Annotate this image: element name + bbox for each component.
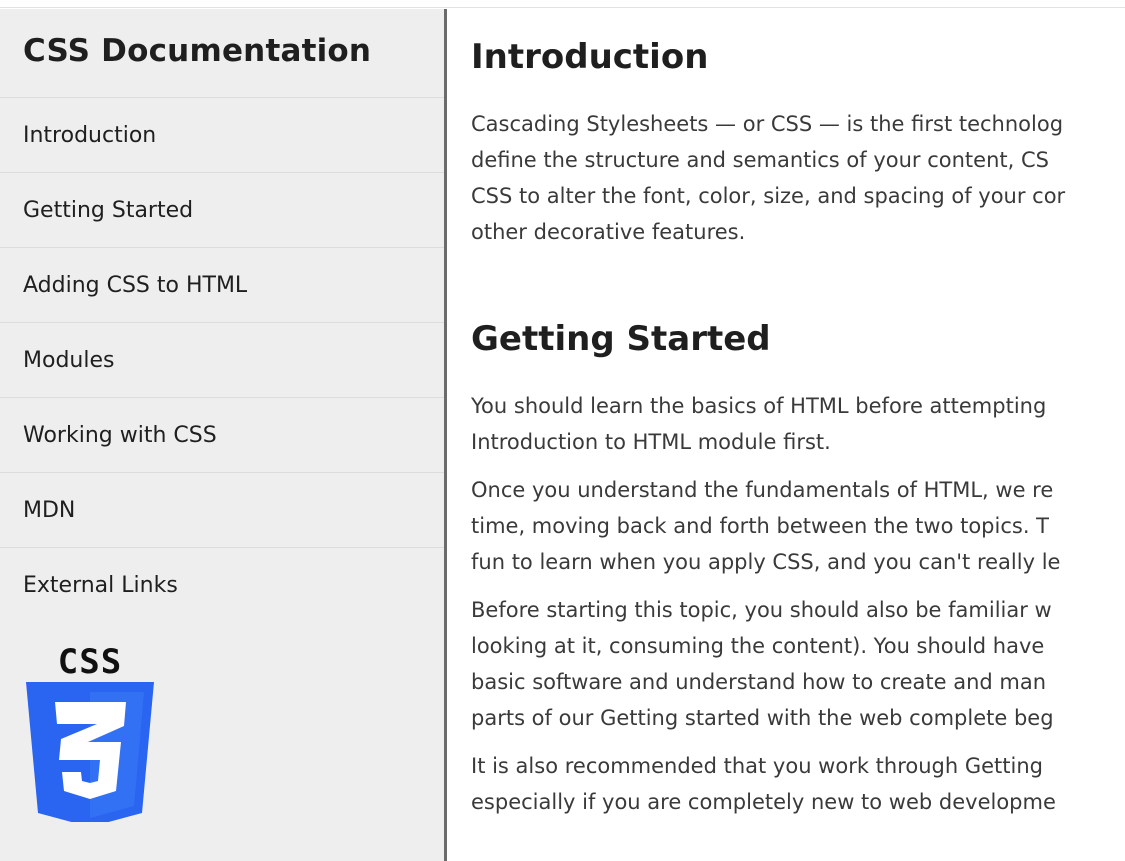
paragraph: It is also recommended that you work thr… bbox=[471, 748, 1125, 820]
paragraph-line: CSS to alter the font, color, size, and … bbox=[471, 184, 1066, 208]
top-bar bbox=[0, 0, 1125, 8]
sidebar-item-introduction[interactable]: Introduction bbox=[0, 98, 444, 173]
paragraph: You should learn the basics of HTML befo… bbox=[471, 388, 1125, 460]
paragraph-line: time, moving back and forth between the … bbox=[471, 514, 1050, 538]
paragraph: Cascading Stylesheets — or CSS — is the … bbox=[471, 106, 1125, 250]
css3-logo: CSS bbox=[26, 642, 154, 822]
paragraph: Once you understand the fundamentals of … bbox=[471, 472, 1125, 580]
paragraph-line: It is also recommended that you work thr… bbox=[471, 754, 1044, 778]
sidebar-title: CSS Documentation bbox=[0, 9, 444, 98]
paragraph-line: define the structure and semantics of yo… bbox=[471, 148, 1049, 172]
section-introduction: Introduction Cascading Stylesheets — or … bbox=[471, 37, 1125, 250]
paragraph-line: Introduction to HTML module first. bbox=[471, 430, 831, 454]
sidebar-item-external-links[interactable]: External Links bbox=[0, 548, 444, 623]
section-title-getting-started: Getting Started bbox=[471, 319, 771, 359]
section-getting-started: Getting Started You should learn the bas… bbox=[471, 319, 1125, 820]
paragraph-line: Before starting this topic, you should a… bbox=[471, 598, 1052, 622]
sidebar-nav: CSS Documentation Introduction Getting S… bbox=[0, 9, 447, 861]
paragraph: Before starting this topic, you should a… bbox=[471, 592, 1125, 736]
paragraph-line: other decorative features. bbox=[471, 220, 746, 244]
paragraph-line: fun to learn when you apply CSS, and you… bbox=[471, 550, 1061, 574]
sidebar-item-modules[interactable]: Modules bbox=[0, 323, 444, 398]
paragraph-line: basic software and understand how to cre… bbox=[471, 670, 1047, 694]
paragraph-line: especially if you are completely new to … bbox=[471, 790, 1056, 814]
section-title-introduction: Introduction bbox=[471, 37, 709, 77]
sidebar-item-mdn[interactable]: MDN bbox=[0, 473, 444, 548]
sidebar-item-getting-started[interactable]: Getting Started bbox=[0, 173, 444, 248]
sidebar-item-adding-css-to-html[interactable]: Adding CSS to HTML bbox=[0, 248, 444, 323]
paragraph-line: parts of our Getting started with the we… bbox=[471, 706, 1054, 730]
paragraph-line: You should learn the basics of HTML befo… bbox=[471, 394, 1047, 418]
sidebar-item-working-with-css[interactable]: Working with CSS bbox=[0, 398, 444, 473]
paragraph-line: Cascading Stylesheets — or CSS — is the … bbox=[471, 112, 1064, 136]
css3-logo-wordmark: CSS bbox=[58, 642, 122, 682]
paragraph-line: looking at it, consuming the content). Y… bbox=[471, 634, 1045, 658]
css3-logo-number bbox=[55, 702, 126, 799]
main-content: Introduction Cascading Stylesheets — or … bbox=[450, 9, 1125, 861]
paragraph-line: Once you understand the fundamentals of … bbox=[471, 478, 1054, 502]
